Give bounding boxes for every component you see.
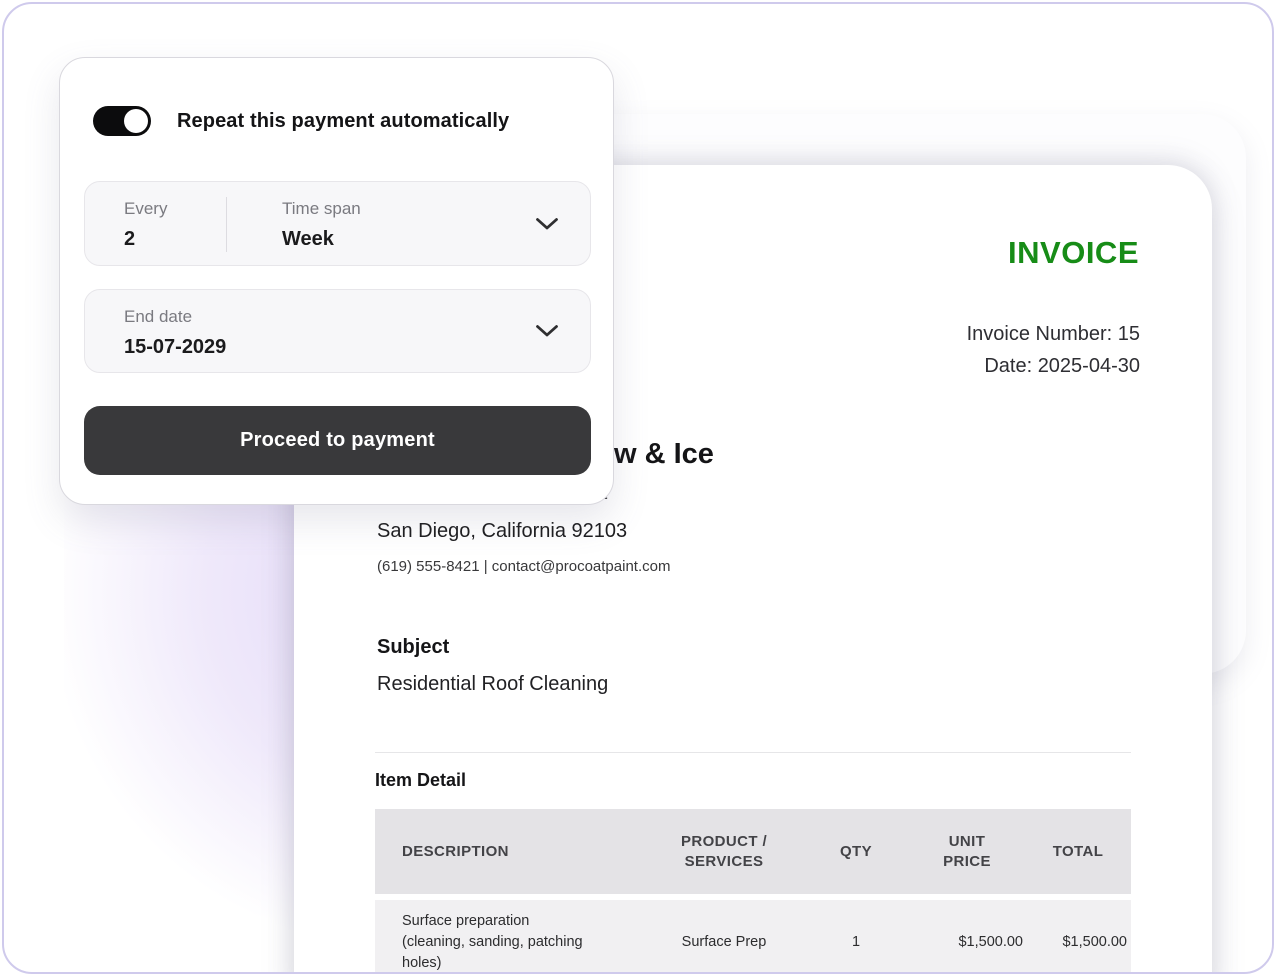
table-row: Surface preparation (cleaning, sanding, … bbox=[375, 900, 1131, 972]
repeat-toggle-label: Repeat this payment automatically bbox=[177, 109, 510, 132]
cell-total: $1,500.00 bbox=[1062, 934, 1127, 950]
invoice-date-line: Date: 2025-04-30 bbox=[984, 355, 1140, 377]
repeat-toggle-row: Repeat this payment automatically bbox=[93, 106, 509, 136]
cell-product: Surface Prep bbox=[681, 934, 767, 950]
chevron-down-icon[interactable] bbox=[535, 324, 559, 338]
cell-qty: 1 bbox=[851, 934, 861, 950]
cell-unit-price: $1,500.00 bbox=[958, 934, 1023, 950]
app-frame: INVOICE Invoice Number: 15 Date: 2025-04… bbox=[2, 2, 1274, 974]
end-date-field: End date 15-07-2029 bbox=[124, 307, 226, 359]
column-header-qty: QTY bbox=[839, 842, 873, 860]
table-header-row: DESCRIPTION PRODUCT / SERVICES QTY UNIT … bbox=[375, 809, 1131, 894]
invoice-number-line: Invoice Number: 15 bbox=[966, 323, 1140, 345]
chevron-down-icon[interactable] bbox=[535, 217, 559, 231]
page-background: INVOICE Invoice Number: 15 Date: 2025-04… bbox=[0, 0, 1276, 976]
time-span-select[interactable]: Time span Week bbox=[282, 199, 361, 251]
invoice-meta: Invoice Number: 15 Date: 2025-04-30 bbox=[967, 318, 1140, 382]
every-field[interactable]: Every 2 bbox=[124, 199, 167, 251]
frequency-field-group[interactable]: Every 2 Time span Week bbox=[84, 181, 591, 266]
time-span-label: Time span bbox=[282, 199, 361, 218]
invoice-title: INVOICE bbox=[1008, 235, 1139, 270]
section-divider bbox=[375, 752, 1131, 753]
recurring-payment-panel: Repeat this payment automatically Every … bbox=[59, 57, 614, 505]
proceed-to-payment-button[interactable]: Proceed to payment bbox=[84, 406, 591, 475]
column-header-product-services: PRODUCT / SERVICES bbox=[680, 832, 768, 870]
company-contact-line: (619) 555-8421 | contact@procoatpaint.co… bbox=[377, 558, 671, 575]
item-detail-heading: Item Detail bbox=[375, 770, 467, 790]
subject-label: Subject bbox=[377, 636, 450, 658]
toggle-knob bbox=[124, 109, 148, 133]
company-name-fragment: w & Ice bbox=[614, 438, 714, 470]
every-label: Every bbox=[124, 199, 168, 218]
line-items-table: DESCRIPTION PRODUCT / SERVICES QTY UNIT … bbox=[375, 809, 1131, 972]
end-date-value: 15-07-2029 bbox=[124, 336, 227, 358]
company-city-line: San Diego, California 92103 bbox=[377, 520, 628, 542]
column-header-unit-price: UNIT PRICE bbox=[943, 832, 991, 870]
end-date-select[interactable]: End date 15-07-2029 bbox=[84, 289, 591, 373]
repeat-toggle[interactable] bbox=[93, 106, 151, 136]
end-date-label: End date bbox=[124, 307, 193, 326]
cell-description: Surface preparation (cleaning, sanding, … bbox=[402, 912, 583, 971]
subject-value: Residential Roof Cleaning bbox=[377, 673, 609, 695]
every-value: 2 bbox=[124, 228, 136, 250]
time-span-value: Week bbox=[282, 228, 334, 250]
field-divider bbox=[226, 197, 227, 252]
column-header-description: DESCRIPTION bbox=[402, 842, 509, 860]
column-header-total: TOTAL bbox=[1052, 842, 1104, 860]
